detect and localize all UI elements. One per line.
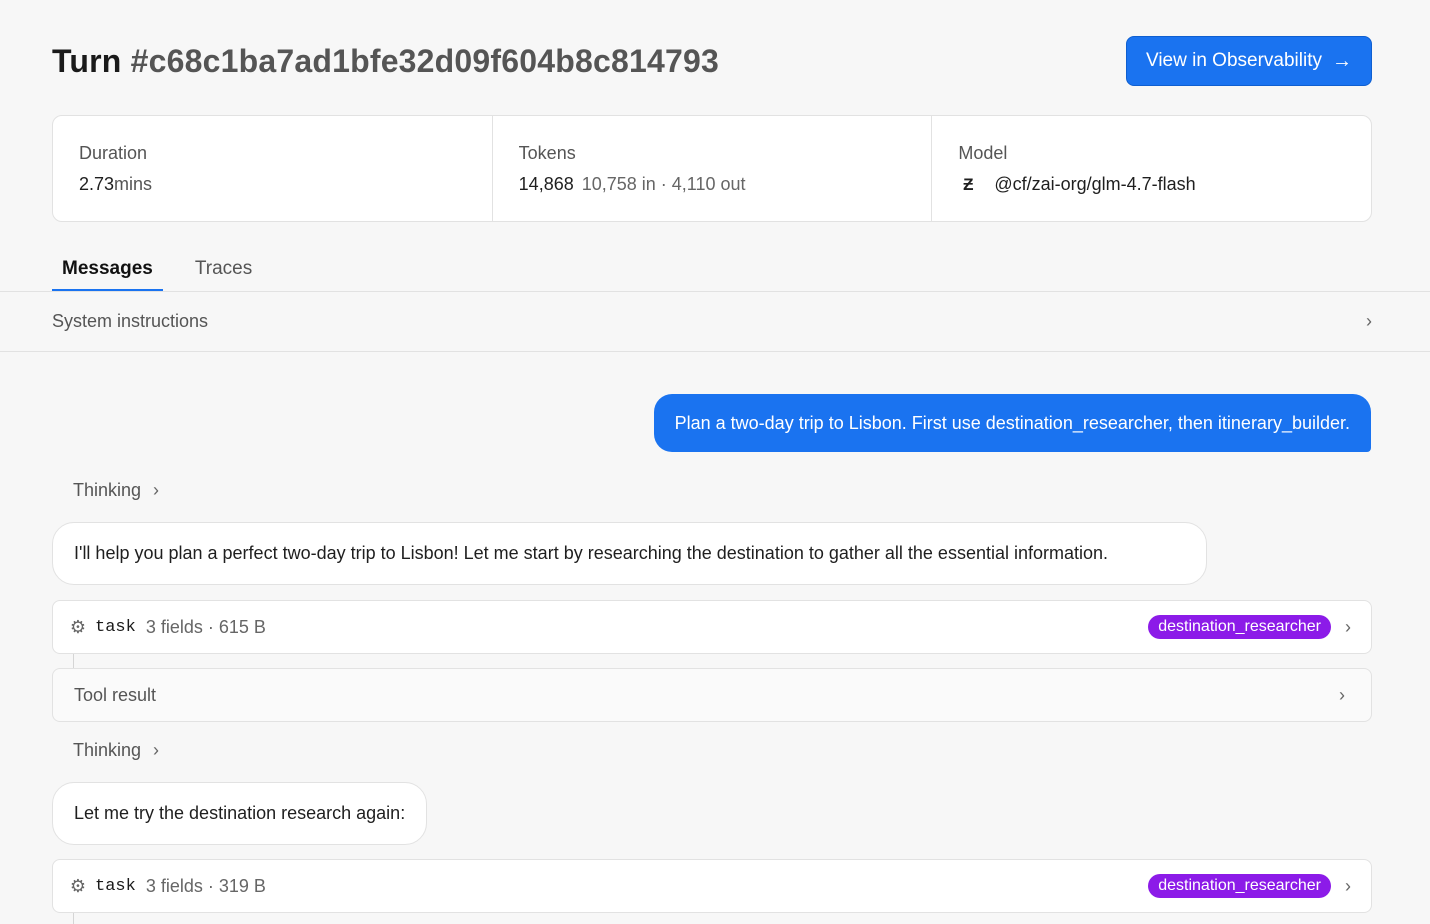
tokens-detail: 10,758 in · 4,110 out — [581, 174, 746, 194]
chevron-right-icon: › — [1345, 616, 1351, 637]
page-title: Turn #c68c1ba7ad1bfe32d09f604b8c814793 — [52, 43, 719, 80]
tool-name: task — [95, 876, 136, 896]
gear-icon: ⚙ — [69, 616, 87, 637]
chevron-right-icon: › — [1345, 875, 1351, 896]
connector-line — [73, 654, 74, 668]
agent-badge: destination_researcher — [1148, 615, 1331, 639]
tool-meta: 3 fields · 615 B — [145, 616, 266, 637]
tool-result-row[interactable]: Tool result › — [52, 668, 1372, 722]
model-name: @cf/zai-org/glm-4.7-flash — [994, 174, 1196, 194]
user-message: Plan a two-day trip to Lisbon. First use… — [653, 394, 1371, 452]
tool-result-label: Tool result — [74, 684, 157, 705]
tokens-value: 14,868 10,758 in · 4,110 out — [519, 174, 906, 195]
tab-traces[interactable]: Traces — [185, 250, 262, 292]
tokens-label: Tokens — [518, 143, 576, 163]
stats-card: Duration 2.73 mins Tokens 14,868 10,758 i… — [52, 115, 1372, 222]
model-stat: Model Ƶ @cf/zai-org/glm-4.7-flash — [932, 116, 1371, 221]
tokens-stat: Tokens 14,868 10,758 in · 4,110 out — [493, 116, 933, 221]
system-instructions-label: System instructions — [52, 311, 209, 331]
page-header: Turn #c68c1ba7ad1bfe32d09f604b8c814793 V… — [52, 36, 1372, 86]
tool-call-row[interactable]: ⚙ task 3 fields · 615 B destination_rese… — [52, 600, 1372, 654]
duration-stat: Duration 2.73 mins — [53, 116, 493, 221]
tool-call-row[interactable]: ⚙ task 3 fields · 319 B destination_rese… — [52, 859, 1372, 913]
thinking-toggle[interactable]: Thinking › — [73, 740, 159, 761]
turn-label: Turn — [52, 42, 122, 79]
view-in-observability-button[interactable]: View in Observability → — [1126, 36, 1372, 86]
tool-name: task — [95, 617, 136, 637]
tool-meta: 3 fields · 319 B — [145, 875, 266, 896]
chevron-right-icon: › — [153, 480, 160, 500]
chevron-right-icon: › — [153, 740, 160, 760]
model-value: Ƶ @cf/zai-org/glm-4.7-flash — [958, 174, 1345, 195]
duration-label: Duration — [79, 143, 148, 163]
thinking-toggle[interactable]: Thinking › — [73, 480, 159, 501]
gear-icon: ⚙ — [69, 875, 87, 896]
view-in-observability-label: View in Observability — [1145, 50, 1322, 71]
tokens-total: 14,868 — [518, 174, 574, 194]
thinking-label: Thinking — [73, 480, 142, 500]
duration-value: 2.73 mins — [79, 174, 466, 195]
duration-unit: mins — [114, 174, 153, 194]
connector-line — [73, 913, 74, 924]
zai-logo-icon: Ƶ — [963, 174, 974, 194]
assistant-message: I'll help you plan a perfect two-day tri… — [52, 522, 1207, 585]
arrow-right-icon: → — [1332, 49, 1352, 72]
turn-id: #c68c1ba7ad1bfe32d09f604b8c814793 — [130, 42, 719, 79]
thinking-label: Thinking — [73, 740, 142, 760]
chevron-right-icon: › — [1339, 684, 1345, 705]
chevron-right-icon: › — [1366, 311, 1372, 331]
system-instructions-row[interactable]: System instructions › — [0, 292, 1430, 352]
duration-number: 2.73 — [79, 174, 115, 194]
model-label: Model — [958, 143, 1008, 163]
agent-badge: destination_researcher — [1148, 874, 1331, 898]
tab-bar: Messages Traces — [52, 250, 284, 292]
assistant-message: Let me try the destination research agai… — [52, 782, 428, 845]
tab-messages[interactable]: Messages — [52, 250, 163, 292]
